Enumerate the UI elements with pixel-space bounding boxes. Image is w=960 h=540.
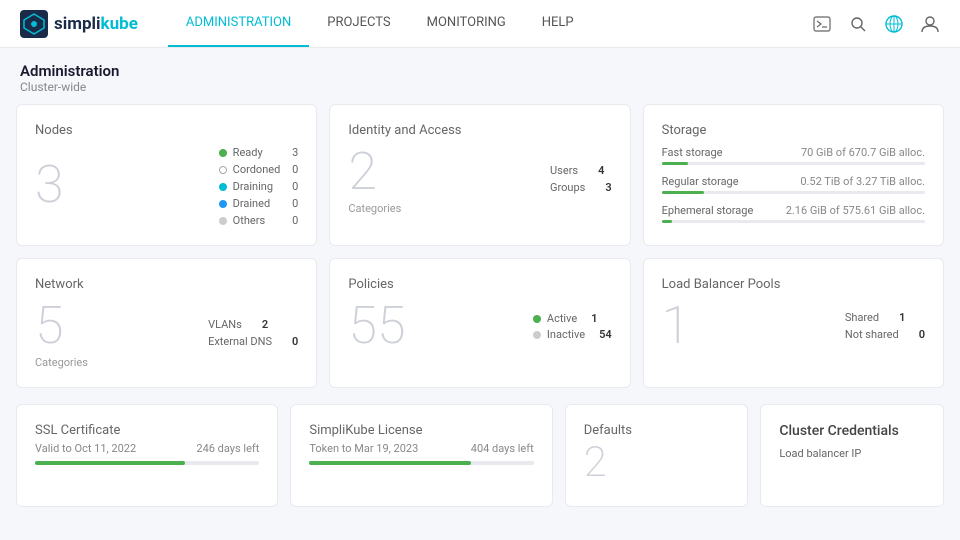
ssl-title: SSL Certificate: [35, 423, 259, 438]
license-title: SimpliKube License: [309, 423, 533, 438]
lb-title: Load Balancer Pools: [662, 277, 925, 292]
network-inner: 5 Categories VLANs 2 External DNS 0: [35, 300, 298, 369]
dns-stat: External DNS 0: [208, 335, 298, 348]
ready-dot: [219, 149, 227, 157]
legend-ready: Ready 3: [219, 146, 299, 159]
groups-stat: Groups 3: [550, 181, 612, 194]
license-valid: Token to Mar 19, 2023: [309, 442, 418, 455]
defaults-title: Defaults: [584, 423, 730, 438]
network-count: 5: [35, 300, 88, 352]
others-dot: [219, 217, 227, 225]
identity-count-wrap: 2 Categories: [348, 146, 401, 215]
header: simplikube ADMINISTRATION PROJECTS MONIT…: [0, 0, 960, 48]
license-days: 404 days left: [471, 442, 534, 455]
legend-cordoned: Cordoned 0: [219, 163, 299, 176]
identity-count: 2: [348, 146, 401, 198]
nodes-inner: 3 Ready 3 Cordoned 0 Draining 0: [35, 146, 298, 227]
globe-icon[interactable]: [884, 14, 904, 34]
nav-monitoring[interactable]: MONITORING: [409, 0, 524, 47]
nodes-title: Nodes: [35, 123, 298, 138]
lb-stats: Shared 1 Not shared 0: [845, 311, 925, 345]
network-subtitle: Categories: [35, 356, 88, 369]
fast-storage-bar: [662, 162, 688, 165]
network-stats: VLANs 2 External DNS 0: [208, 318, 298, 352]
policies-card: Policies 55 Active 1 Inactive 54: [329, 258, 630, 388]
storage-rows: Fast storage 70 GiB of 670.7 GiB alloc. …: [662, 146, 925, 223]
active-stat: Active 1: [533, 312, 612, 325]
identity-title: Identity and Access: [348, 123, 611, 138]
bottom-grid: SSL Certificate Valid to Oct 11, 2022 24…: [0, 404, 960, 523]
nav-help[interactable]: HELP: [524, 0, 592, 47]
license-card: SimpliKube License Token to Mar 19, 2023…: [290, 404, 552, 507]
draining-dot: [219, 183, 227, 191]
network-title: Network: [35, 277, 298, 292]
active-dot: [533, 315, 541, 323]
regular-storage-bar: [662, 191, 704, 194]
dashboard-grid: Nodes 3 Ready 3 Cordoned 0 Draining 0: [0, 104, 960, 404]
legend-draining: Draining 0: [219, 180, 299, 193]
storage-row-regular: Regular storage 0.52 TiB of 3.27 TiB all…: [662, 175, 925, 194]
ephemeral-storage-bar: [662, 220, 673, 223]
cluster-credentials-card: Cluster Credentials Load balancer IP: [760, 404, 944, 507]
nav-projects[interactable]: PROJECTS: [309, 0, 408, 47]
ssl-bar: [35, 461, 185, 465]
logo-text: simplikube: [54, 14, 138, 34]
users-stat: Users 4: [550, 164, 612, 177]
storage-card: Storage Fast storage 70 GiB of 670.7 GiB…: [643, 104, 944, 246]
ssl-card: SSL Certificate Valid to Oct 11, 2022 24…: [16, 404, 278, 507]
not-shared-stat: Not shared 0: [845, 328, 925, 341]
storage-row-fast: Fast storage 70 GiB of 670.7 GiB alloc.: [662, 146, 925, 165]
nav-administration[interactable]: ADMINISTRATION: [168, 0, 309, 47]
storage-title: Storage: [662, 123, 925, 138]
legend-others: Others 0: [219, 214, 299, 227]
page-subtitle: Cluster-wide: [20, 80, 940, 94]
page-title: Administration: [20, 62, 940, 80]
logo-icon: [20, 10, 48, 38]
identity-inner: 2 Categories Users 4 Groups 3: [348, 146, 611, 215]
legend-drained: Drained 0: [219, 197, 299, 210]
network-card: Network 5 Categories VLANs 2 External DN…: [16, 258, 317, 388]
defaults-card: Defaults 2: [565, 404, 749, 507]
lb-count: 1: [662, 300, 691, 352]
header-actions: [812, 14, 940, 34]
lb-inner: 1 Shared 1 Not shared 0: [662, 300, 925, 356]
nodes-legend: Ready 3 Cordoned 0 Draining 0 Drained 0: [219, 146, 299, 227]
cluster-item: Load balancer IP: [779, 447, 925, 460]
cluster-credentials-title: Cluster Credentials: [779, 423, 925, 439]
main-nav: ADMINISTRATION PROJECTS MONITORING HELP: [168, 0, 592, 47]
policy-stats: Active 1 Inactive 54: [533, 312, 612, 344]
user-icon[interactable]: [920, 14, 940, 34]
cordoned-dot: [219, 166, 227, 174]
policies-title: Policies: [348, 277, 611, 292]
search-icon[interactable]: [848, 14, 868, 34]
ssl-valid: Valid to Oct 11, 2022: [35, 442, 136, 455]
defaults-count: 2: [584, 442, 730, 484]
policies-count: 55: [348, 300, 405, 352]
storage-row-ephemeral: Ephemeral storage 2.16 GiB of 575.61 GiB…: [662, 204, 925, 223]
nodes-card: Nodes 3 Ready 3 Cordoned 0 Draining 0: [16, 104, 317, 246]
inactive-dot: [533, 331, 541, 339]
breadcrumb: Administration Cluster-wide: [0, 48, 960, 104]
license-bar: [309, 461, 471, 465]
identity-subtitle: Categories: [348, 202, 401, 215]
shared-stat: Shared 1: [845, 311, 925, 324]
lb-card: Load Balancer Pools 1 Shared 1 Not share…: [643, 258, 944, 388]
logo: simplikube: [20, 10, 138, 38]
drained-dot: [219, 200, 227, 208]
policies-inner: 55 Active 1 Inactive 54: [348, 300, 611, 356]
inactive-stat: Inactive 54: [533, 328, 612, 341]
vlans-stat: VLANs 2: [208, 318, 298, 331]
nodes-count: 3: [35, 159, 64, 211]
identity-stats: Users 4 Groups 3: [550, 164, 612, 198]
terminal-icon[interactable]: [812, 14, 832, 34]
identity-card: Identity and Access 2 Categories Users 4…: [329, 104, 630, 246]
ssl-days: 246 days left: [196, 442, 259, 455]
network-count-wrap: 5 Categories: [35, 300, 88, 369]
